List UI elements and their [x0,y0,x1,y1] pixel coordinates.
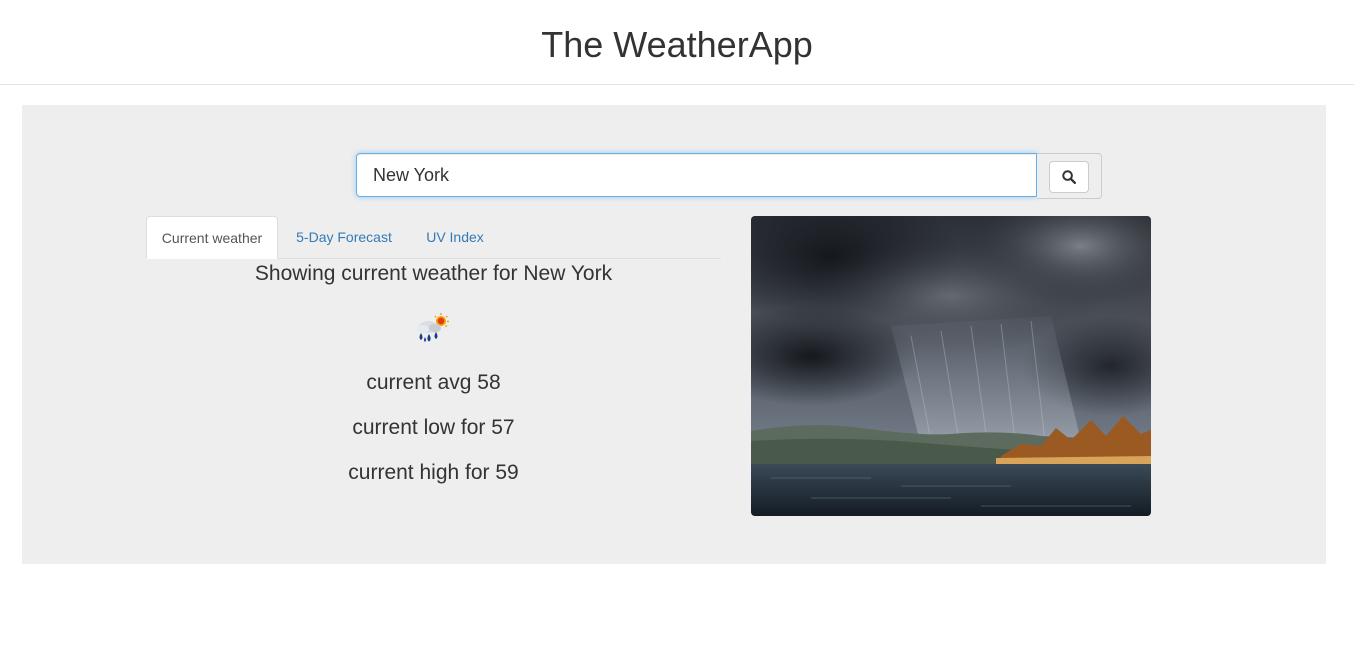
main-panel: Current weather 5-Day Forecast UV Index … [22,105,1326,564]
tab-uv-index[interactable]: UV Index [410,216,500,258]
app-title: The WeatherApp [541,24,813,65]
tab-current-weather[interactable]: Current weather [146,216,278,259]
storm-over-lake-image [751,216,1151,516]
search-input[interactable] [356,153,1037,197]
tab-bar: Current weather 5-Day Forecast UV Index [146,216,721,259]
rain-drops [419,332,438,342]
search-addon [1037,153,1102,199]
tab-5-day-forecast[interactable]: 5-Day Forecast [286,216,402,258]
rain-and-sun-icon [417,313,449,342]
search-icon [1062,170,1076,184]
app-header: The WeatherApp [0,0,1354,85]
current-low: current low for 57 [352,416,515,439]
current-avg: current avg 58 [366,371,501,394]
current-high: current high for 59 [348,461,519,484]
search-group [356,153,1103,199]
current-weather-heading: Showing current weather for New York [254,262,613,285]
search-button[interactable] [1049,161,1089,193]
